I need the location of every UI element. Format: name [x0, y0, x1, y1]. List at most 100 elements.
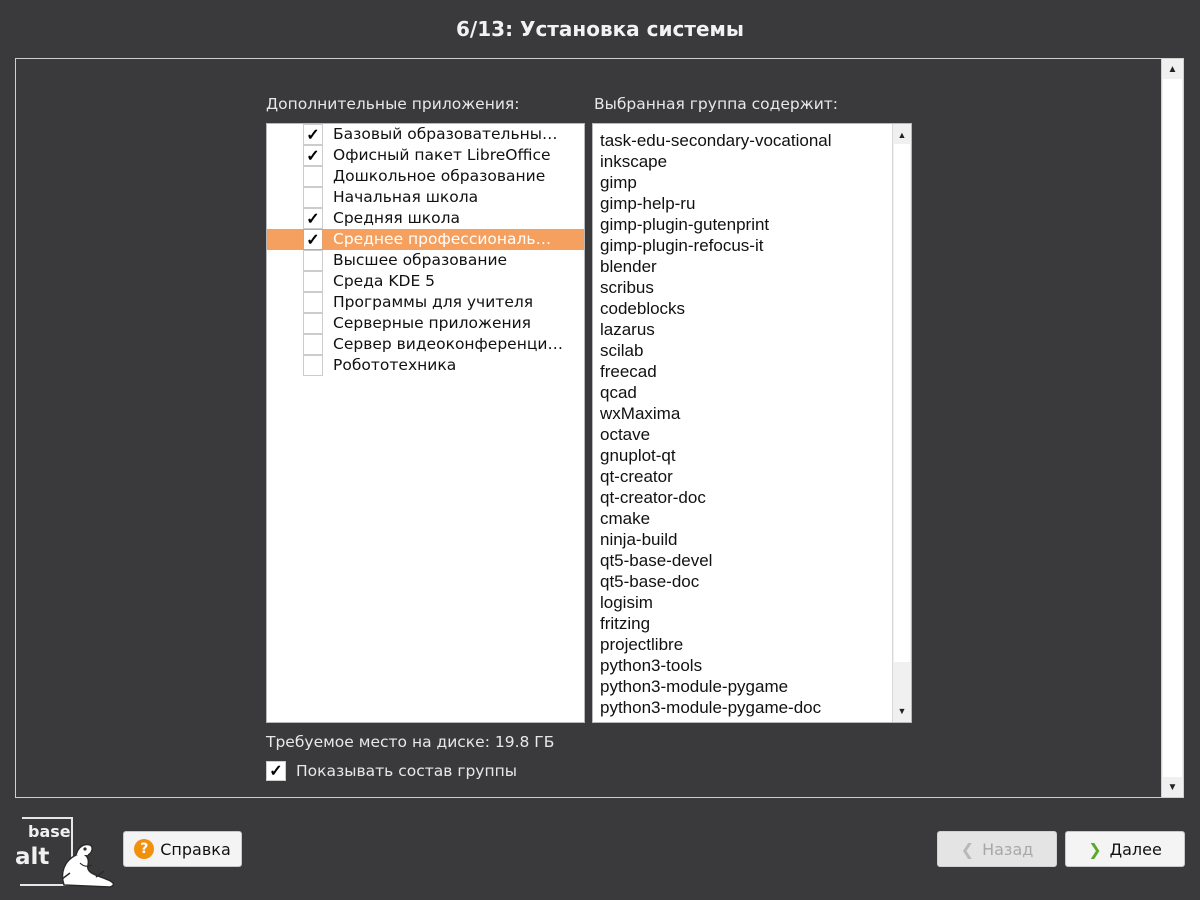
group-label: Высшее образование — [333, 251, 508, 269]
package-list-item: task-edu-secondary-vocational — [600, 131, 832, 150]
group-contains-label: Выбранная группа содержит: — [594, 95, 839, 113]
disk-space-label: Требуемое место на диске: 19.8 ГБ — [266, 733, 555, 751]
additional-apps-label: Дополнительные приложения: — [266, 95, 520, 113]
check-icon: ✓ — [306, 147, 320, 165]
scroll-down-arrow-icon[interactable]: ▼ — [1162, 777, 1183, 797]
group-checkbox[interactable] — [303, 166, 323, 187]
group-label: Сервер видеоконференци… — [333, 335, 563, 353]
package-list-item: projectlibre — [600, 635, 684, 654]
window-title: 6/13: Установка системы — [456, 17, 744, 41]
packages-list[interactable]: python3-module-pygame-doc python3-module-… — [592, 123, 912, 723]
next-button[interactable]: ❯ Далее — [1065, 831, 1185, 867]
package-list-item: scribus — [600, 278, 654, 297]
package-list-item: lazarus — [600, 320, 655, 339]
group-label: Средняя школа — [333, 209, 461, 227]
package-list-item: inkscape — [600, 152, 668, 171]
check-icon: ✓ — [306, 210, 320, 228]
group-checkbox[interactable] — [303, 250, 323, 271]
group-label: Среднее профессиональ… — [333, 230, 552, 248]
installer-window: 6/13: Установка системы ▲ ▼ Дополнительн… — [0, 0, 1200, 900]
show-group-label: Показывать состав группы — [296, 762, 517, 780]
group-list-item[interactable]: Серверные приложения — [267, 313, 584, 334]
groups-list[interactable]: ✓ Базовый образовательны… ✓ Офисный пакет L… — [266, 123, 585, 723]
package-list-item: logisim — [600, 593, 653, 612]
logo-alt-text: alt — [15, 844, 49, 870]
check-icon: ✓ — [306, 231, 320, 249]
group-checkbox[interactable] — [303, 292, 323, 313]
group-label: Базовый образовательны… — [333, 125, 558, 143]
packages-scroll-down-icon[interactable]: ▼ — [893, 702, 911, 720]
package-list-item: gimp — [600, 173, 637, 192]
group-list-item[interactable]: Робототехника — [267, 355, 584, 376]
group-list-item[interactable]: Сервер видеоконференци… — [267, 334, 584, 355]
check-icon: ✓ — [306, 126, 320, 144]
packages-scroll-up-icon[interactable]: ▲ — [893, 126, 911, 144]
package-list-item: qt-creator — [600, 467, 673, 486]
package-list-item: qt-creator-doc — [600, 488, 706, 507]
group-label: Начальная школа — [333, 188, 479, 206]
group-label: Дошкольное образование — [333, 167, 546, 185]
package-list-item: gimp-plugin-refocus-it — [600, 236, 764, 255]
package-list-item: octave — [600, 425, 651, 444]
package-list-item: wxMaxima — [600, 404, 681, 423]
package-list-item: gimp-help-ru — [600, 194, 696, 213]
group-label: Офисный пакет LibreOffice — [333, 146, 551, 164]
group-label: Серверные приложения — [333, 314, 532, 332]
scroll-up-arrow-icon[interactable]: ▲ — [1162, 59, 1183, 79]
group-list-item[interactable]: Программы для учителя — [267, 292, 584, 313]
group-label: Среда KDE 5 — [333, 272, 436, 290]
show-group-check-icon[interactable]: ✓ — [266, 761, 286, 781]
next-button-label: Далее — [1109, 839, 1162, 859]
scroll-thumb[interactable] — [1163, 79, 1182, 777]
group-list-item[interactable]: ✓ Средняя школа — [267, 208, 584, 229]
group-list-item[interactable]: Дошкольное образование — [267, 166, 584, 187]
package-list-item: blender — [600, 257, 657, 276]
show-group-checkbox[interactable]: ✓ Показывать состав группы — [266, 760, 517, 782]
package-list-item: gnuplot-qt — [600, 446, 676, 465]
group-checkbox[interactable]: ✓ — [303, 124, 323, 145]
package-list-item: ninja-build — [600, 530, 678, 549]
package-list-item: scilab — [600, 341, 644, 360]
group-checkbox[interactable]: ✓ — [303, 145, 323, 166]
group-list-item[interactable]: Начальная школа — [267, 187, 584, 208]
group-checkbox[interactable] — [303, 334, 323, 355]
package-list-item: qcad — [600, 383, 637, 402]
help-button[interactable]: ? Справка — [123, 831, 242, 867]
package-list-item: qt5-base-doc — [600, 572, 700, 591]
group-list-item[interactable]: ✓ Офисный пакет LibreOffice — [267, 145, 584, 166]
package-list-item: codeblocks — [600, 299, 686, 318]
package-list-item: python3-module-pygame — [600, 677, 789, 696]
package-list-item: freecad — [600, 362, 657, 381]
main-scrollbar[interactable]: ▲ ▼ — [1162, 58, 1184, 798]
group-checkbox[interactable] — [303, 187, 323, 208]
package-list-item: cmake — [600, 509, 651, 528]
group-label: Робототехника — [333, 356, 457, 374]
package-list-item: fritzing — [600, 614, 651, 633]
group-checkbox[interactable] — [303, 271, 323, 292]
packages-scrollbar[interactable]: ▲ ▼ — [892, 124, 911, 722]
back-button[interactable]: ❮ Назад — [937, 831, 1057, 867]
seal-mascot-icon — [61, 843, 115, 888]
back-button-label: Назад — [982, 839, 1034, 859]
group-list-item[interactable]: ✓ Среднее профессиональ… — [267, 229, 584, 250]
packages-scroll-thumb[interactable] — [894, 144, 910, 662]
base-alt-logo: base alt — [15, 817, 115, 888]
help-icon: ? — [134, 839, 155, 859]
package-list-item: qt5-base-devel — [600, 551, 713, 570]
logo-base-text: base — [28, 822, 71, 841]
package-list-item: gimp-plugin-gutenprint — [600, 215, 770, 234]
group-checkbox[interactable] — [303, 355, 323, 376]
group-checkbox[interactable]: ✓ — [303, 229, 323, 250]
group-label: Программы для учителя — [333, 293, 534, 311]
group-list-item[interactable]: Высшее образование — [267, 250, 584, 271]
group-list-item[interactable]: Среда KDE 5 — [267, 271, 584, 292]
content-panel — [15, 58, 1162, 798]
package-list-item: python3-tools — [600, 656, 703, 675]
chevron-left-icon: ❮ — [960, 839, 975, 859]
group-checkbox[interactable] — [303, 313, 323, 334]
chevron-right-icon: ❯ — [1088, 839, 1102, 859]
group-checkbox[interactable]: ✓ — [303, 208, 323, 229]
group-list-item[interactable]: ✓ Базовый образовательны… — [267, 124, 584, 145]
package-list-item: python3-module-pygame-doc — [600, 698, 822, 717]
help-button-label: Справка — [160, 839, 231, 859]
